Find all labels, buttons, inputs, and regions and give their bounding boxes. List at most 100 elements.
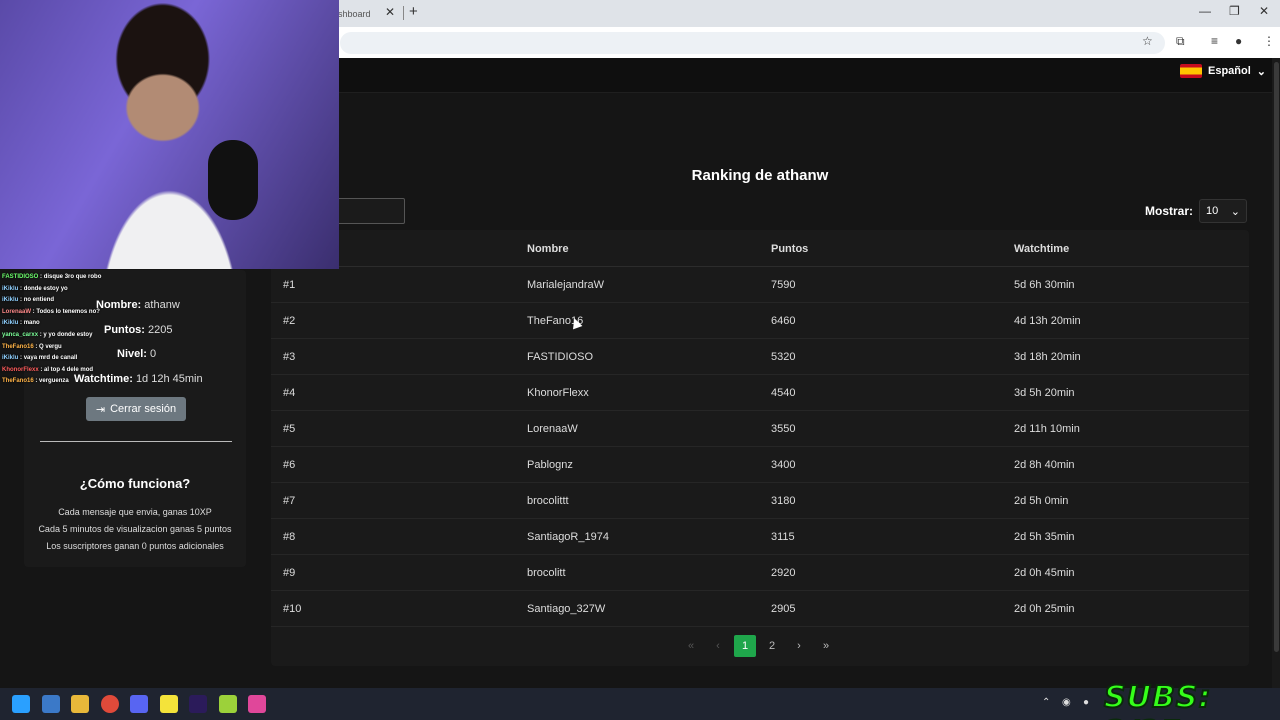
language-selector[interactable]: Español ⌄ <box>1180 64 1266 78</box>
table-row[interactable]: #4 KhonorFlexx 4540 3d 5h 20min <box>271 375 1249 411</box>
table-row[interactable]: #10 Santiago_327W 2905 2d 0h 25min <box>271 591 1249 627</box>
next-page-icon[interactable]: › <box>788 635 810 657</box>
points-cell: 5320 <box>771 351 796 363</box>
table-header: Nombre Puntos Watchtime <box>271 230 1249 267</box>
watchtime-cell: 2d 0h 25min <box>1014 603 1075 615</box>
chat-username: TheFano16 <box>2 378 34 385</box>
how-it-works-line: Los suscriptores ganan 0 puntos adiciona… <box>46 541 224 551</box>
watchtime-cell: 2d 5h 35min <box>1014 531 1075 543</box>
points-value: 2205 <box>148 324 173 336</box>
points-cell: 2920 <box>771 567 796 579</box>
subs-goal-overlay: SUBS: 2/25 <box>1103 679 1212 720</box>
name-cell: LorenaaW <box>527 423 578 435</box>
chevron-down-icon: ⌄ <box>1256 65 1267 78</box>
chat-text: disque 3ro que robo <box>43 274 102 280</box>
column-header-puntos[interactable]: Puntos <box>771 243 808 255</box>
points-cell: 2905 <box>771 603 796 615</box>
ranking-table: Nombre Puntos Watchtime #1 MarialejandraW… <box>271 230 1249 666</box>
chevron-up-icon[interactable]: ⌃ <box>1042 697 1050 708</box>
obs-icon[interactable] <box>248 695 266 713</box>
window-close-icon[interactable]: ✕ <box>1259 4 1269 18</box>
pagination: « ‹ 1 2 › » <box>680 634 837 658</box>
app-icon[interactable] <box>219 695 237 713</box>
column-header-watchtime[interactable]: Watchtime <box>1014 243 1069 255</box>
address-bar[interactable] <box>340 32 1165 54</box>
chat-message: KhonorFlexx : al top 4 dele mod <box>2 366 94 373</box>
rank-cell: #2 <box>283 315 296 327</box>
last-page-icon[interactable]: » <box>815 635 837 657</box>
logout-label: Cerrar sesión <box>110 403 177 415</box>
table-row[interactable]: #7 brocolittt 3180 2d 5h 0min <box>271 483 1249 519</box>
show-label: Mostrar: <box>1145 204 1194 218</box>
menu-icon[interactable]: ⋮ <box>1263 34 1275 48</box>
tab-separator <box>403 6 404 20</box>
first-page-icon[interactable]: « <box>680 635 702 657</box>
chat-message: iKiklu : vaya mrd de canall <box>2 355 78 362</box>
rank-cell: #9 <box>283 567 296 579</box>
name-value: athanw <box>144 299 180 311</box>
chat-message: iKiklu : mano <box>2 320 40 327</box>
media-icon[interactable]: ≡ <box>1211 34 1218 48</box>
chrome-icon[interactable] <box>101 695 119 713</box>
table-row[interactable]: #9 brocolitt 2920 2d 0h 45min <box>271 555 1249 591</box>
extensions-icon[interactable]: ⧉ <box>1176 34 1185 49</box>
name-cell: SantiagoR_1974 <box>527 531 609 543</box>
discord-icon[interactable] <box>130 695 148 713</box>
chat-message: TheFano16 : Q vergu <box>2 343 62 350</box>
rank-cell: #10 <box>283 603 302 615</box>
chat-text: donde estoy yo <box>23 285 68 292</box>
chat-message: TheFano16 : verguenza <box>2 378 69 385</box>
star-icon[interactable]: ☆ <box>1142 34 1153 48</box>
search-input[interactable] <box>335 198 405 224</box>
table-row[interactable]: #5 LorenaaW 3550 2d 11h 10min <box>271 411 1249 447</box>
name-cell: KhonorFlexx <box>527 387 589 399</box>
tab-title: shboard <box>338 8 371 19</box>
chat-username: KhonorFlexx <box>2 366 39 373</box>
table-row[interactable]: #1 MarialejandraW 7590 5d 6h 30min <box>271 267 1249 303</box>
page-button-2[interactable]: 2 <box>761 635 783 657</box>
points-cell: 6460 <box>771 315 796 327</box>
chat-username: FASTIDIOSO <box>2 274 39 280</box>
widgets-icon[interactable] <box>42 695 60 713</box>
rank-cell: #8 <box>283 531 296 543</box>
premiere-icon[interactable] <box>189 695 207 713</box>
page-button-1[interactable]: 1 <box>734 635 756 657</box>
chat-text: vaya mrd de canall <box>23 355 78 362</box>
chat-username: iKiklu <box>2 320 19 327</box>
file-explorer-icon[interactable] <box>71 695 89 713</box>
steam-icon[interactable]: ● <box>1083 697 1089 708</box>
close-icon[interactable]: ✕ <box>385 5 395 19</box>
table-row[interactable]: #3 FASTIDIOSO 5320 3d 18h 20min <box>271 339 1249 375</box>
table-row[interactable]: #8 SantiagoR_1974 3115 2d 5h 35min <box>271 519 1249 555</box>
watchtime-cell: 3d 18h 20min <box>1014 351 1081 363</box>
watchtime-cell: 2d 11h 10min <box>1014 423 1080 435</box>
windows-start-icon[interactable] <box>12 695 30 713</box>
scrollbar-thumb[interactable] <box>1274 62 1279 652</box>
logout-button[interactable]: ⇥ Cerrar sesión <box>86 397 186 421</box>
name-cell: brocolittt <box>527 495 569 507</box>
prev-page-icon[interactable]: ‹ <box>707 635 729 657</box>
chat-text: no entiend <box>23 297 55 304</box>
rank-cell: #6 <box>283 459 296 471</box>
table-row[interactable]: #6 Pablognz 3400 2d 8h 40min <box>271 447 1249 483</box>
page-size-select[interactable]: 10 ⌄ <box>1199 199 1247 223</box>
plus-icon[interactable]: + <box>409 3 418 20</box>
restore-icon[interactable]: ❐ <box>1229 4 1240 18</box>
level-value: 0 <box>150 348 157 360</box>
chat-message: yanca_carxx : y yo donde estoy <box>2 331 93 338</box>
watchtime-cell: 3d 5h 20min <box>1014 387 1075 399</box>
points-cell: 7590 <box>771 279 796 291</box>
chat-text: y yo donde estoy <box>43 331 93 338</box>
rank-cell: #3 <box>283 351 296 363</box>
minimize-icon[interactable]: — <box>1199 4 1211 18</box>
profile-icon[interactable]: ● <box>1235 34 1242 48</box>
sticky-notes-icon[interactable] <box>160 695 178 713</box>
table-row[interactable]: #2 TheFano16 6460 4d 13h 20min <box>271 303 1249 339</box>
discord-tray-icon[interactable]: ◉ <box>1062 697 1071 708</box>
how-it-works-title: ¿Cómo funciona? <box>79 476 191 491</box>
chat-username: iKiklu <box>2 285 19 292</box>
chat-username: yanca_carxx <box>2 331 39 338</box>
language-label: Español <box>1208 65 1251 77</box>
column-header-nombre[interactable]: Nombre <box>527 243 569 255</box>
chat-text: al top 4 dele mod <box>44 366 94 373</box>
